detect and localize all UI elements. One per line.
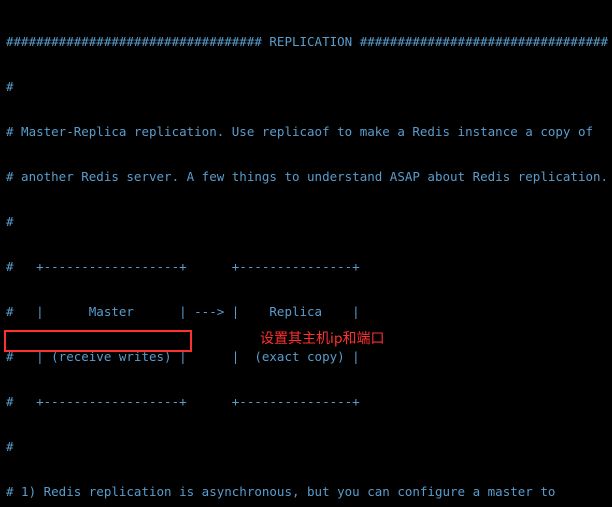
cfg-line: # — [6, 79, 606, 94]
cfg-line: # 1) Redis replication is asynchronous, … — [6, 484, 606, 499]
cfg-line: # — [6, 214, 606, 229]
cfg-line: # +------------------+ +---------------+ — [6, 394, 606, 409]
cfg-line: # Master-Replica replication. Use replic… — [6, 124, 606, 139]
cfg-line: # | Master | ---> | Replica | — [6, 304, 606, 319]
cfg-line: # another Redis server. A few things to … — [6, 169, 606, 184]
cfg-line: # | (receive writes) | | (exact copy) | — [6, 349, 606, 364]
cfg-line: # — [6, 439, 606, 454]
cfg-line: # +------------------+ +---------------+ — [6, 259, 606, 274]
terminal-screen: ################################## REPLI… — [0, 0, 612, 507]
annotation-text: 设置其主机ip和端口 — [260, 331, 385, 346]
cfg-line: ################################## REPLI… — [6, 34, 606, 49]
